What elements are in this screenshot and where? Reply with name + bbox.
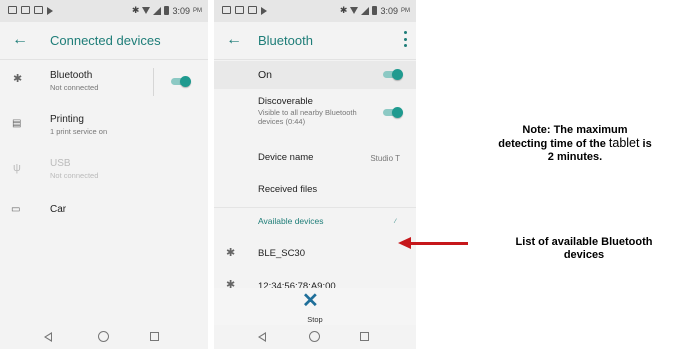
note2-line-1: List of available Bluetooth xyxy=(515,236,653,248)
item-title: Bluetooth xyxy=(50,70,93,81)
status-bar: ✱ 3:09 PM xyxy=(0,0,208,22)
nav-recent-icon[interactable] xyxy=(150,332,159,341)
toggle-thumb xyxy=(392,69,403,80)
nav-home-icon[interactable] xyxy=(98,331,109,342)
photo-notification-icon xyxy=(34,6,43,14)
navigation-bar xyxy=(0,325,208,349)
bluetooth-on-row[interactable]: On xyxy=(214,61,416,89)
app-bar: ← Connected devices xyxy=(0,22,208,60)
back-arrow-icon[interactable]: ← xyxy=(12,31,28,49)
usb-icon: ψ xyxy=(13,162,21,174)
received-files-row[interactable]: Received files xyxy=(214,176,416,204)
nav-back-icon[interactable] xyxy=(258,332,266,342)
discoverable-title: Discoverable xyxy=(258,96,313,107)
bluetooth-device-icon: ✱ xyxy=(226,247,236,259)
list-item-printing[interactable]: ▤ Printing 1 print service on xyxy=(0,108,208,144)
item-subtitle: Not connected xyxy=(50,83,99,92)
page-title: Bluetooth xyxy=(258,33,313,48)
page-title: Connected devices xyxy=(50,33,161,48)
note-line-2c: is xyxy=(639,138,652,150)
note-available-devices: List of available Bluetooth devices xyxy=(486,236,682,262)
navigation-bar xyxy=(214,325,416,349)
stop-x-icon[interactable]: ✕ xyxy=(302,290,319,312)
item-title: Car xyxy=(50,204,67,215)
battery-icon xyxy=(164,6,170,15)
note2-line-2: devices xyxy=(563,249,605,261)
status-time: 3:09 xyxy=(172,5,190,16)
nav-recent-icon[interactable] xyxy=(360,332,369,341)
wifi-icon xyxy=(350,7,359,14)
bluetooth-icon: ✱ xyxy=(13,73,23,85)
device-name-row[interactable]: Device name Studio T xyxy=(214,142,416,172)
status-time: 3:09 xyxy=(380,5,398,16)
received-files-label: Received files xyxy=(258,184,318,195)
device-row[interactable]: ✱ BLE_SC30 xyxy=(214,238,416,272)
app-bar: ← Bluetooth xyxy=(214,22,416,60)
item-subtitle: Not connected xyxy=(50,171,99,180)
stop-label[interactable]: Stop xyxy=(214,315,416,324)
nav-back-icon[interactable] xyxy=(44,332,52,342)
item-title: USB xyxy=(50,158,71,169)
bluetooth-on-toggle[interactable] xyxy=(382,69,403,80)
car-icon: ▭ xyxy=(11,204,21,215)
item-subtitle: 1 print service on xyxy=(50,127,108,136)
image-notification-icon xyxy=(8,6,17,14)
note-line-3: 2 minutes. xyxy=(547,151,603,163)
gallery-notification-icon xyxy=(21,6,30,14)
nav-home-icon[interactable] xyxy=(309,331,320,342)
discoverable-row[interactable]: Discoverable Visible to all nearby Bluet… xyxy=(214,93,416,139)
toggle-thumb xyxy=(180,76,191,87)
image-notification-icon xyxy=(222,6,231,14)
discoverable-toggle[interactable] xyxy=(382,107,403,118)
device-name-label: Device name xyxy=(258,152,314,163)
play-notification-icon xyxy=(47,7,53,15)
phone-screen-connected-devices: ✱ 3:09 PM ← Connected devices ✱ Bluetooth… xyxy=(0,0,208,349)
stop-scan-area: ✕ Stop xyxy=(214,288,416,325)
bluetooth-status-icon: ✱ xyxy=(339,5,348,15)
status-ampm: PM xyxy=(401,7,410,14)
gallery-notification-icon xyxy=(235,6,244,14)
battery-icon xyxy=(372,6,378,15)
available-devices-header: Available devices ⁄ xyxy=(214,210,416,234)
status-right: ✱ 3:09 PM xyxy=(340,5,410,16)
more-options-icon[interactable] xyxy=(404,31,408,47)
status-ampm: PM xyxy=(193,7,202,14)
notification-icons xyxy=(8,6,53,15)
phone-screen-bluetooth: ✱ 3:09 PM ← Bluetooth On Discoverable Vis… xyxy=(214,0,416,349)
scanning-indicator-icon: ⁄ xyxy=(394,219,396,225)
note-line-2b: tablet xyxy=(608,136,640,150)
toggle-thumb xyxy=(392,107,403,118)
device-name: BLE_SC30 xyxy=(258,248,306,259)
signal-icon xyxy=(153,6,162,15)
arrow-shaft xyxy=(409,242,468,245)
discoverable-subtitle: Visible to all nearby Bluetooth devices … xyxy=(258,108,357,126)
row-divider xyxy=(153,68,154,96)
on-label: On xyxy=(258,69,273,81)
notification-icons xyxy=(222,6,267,15)
list-item-car[interactable]: ▭ Car xyxy=(0,198,208,228)
list-item-bluetooth[interactable]: ✱ Bluetooth Not connected xyxy=(0,64,208,104)
wifi-icon xyxy=(142,7,151,14)
note-line-1: Note: The maximum xyxy=(522,124,628,136)
pointer-arrow xyxy=(398,237,468,249)
play-notification-icon xyxy=(261,7,267,15)
signal-icon xyxy=(361,6,370,15)
status-bar: ✱ 3:09 PM xyxy=(214,0,416,22)
device-name-value: Studio T xyxy=(370,154,400,163)
note-line-2a: detecting time of the xyxy=(498,138,609,150)
note-line-2: detecting time of the tablet is xyxy=(468,137,682,151)
available-devices-label: Available devices xyxy=(258,216,324,226)
section-divider xyxy=(214,207,416,208)
photo-notification-icon xyxy=(248,6,257,14)
bluetooth-toggle[interactable] xyxy=(170,76,191,87)
status-right: ✱ 3:09 PM xyxy=(132,5,202,16)
bluetooth-status-icon: ✱ xyxy=(131,5,140,15)
list-item-usb: ψ USB Not connected xyxy=(0,152,208,188)
note-detect-time: Note: The maximum detecting time of the … xyxy=(468,124,682,164)
back-arrow-icon[interactable]: ← xyxy=(226,31,242,49)
printer-icon: ▤ xyxy=(12,118,22,129)
item-title: Printing xyxy=(50,114,84,125)
